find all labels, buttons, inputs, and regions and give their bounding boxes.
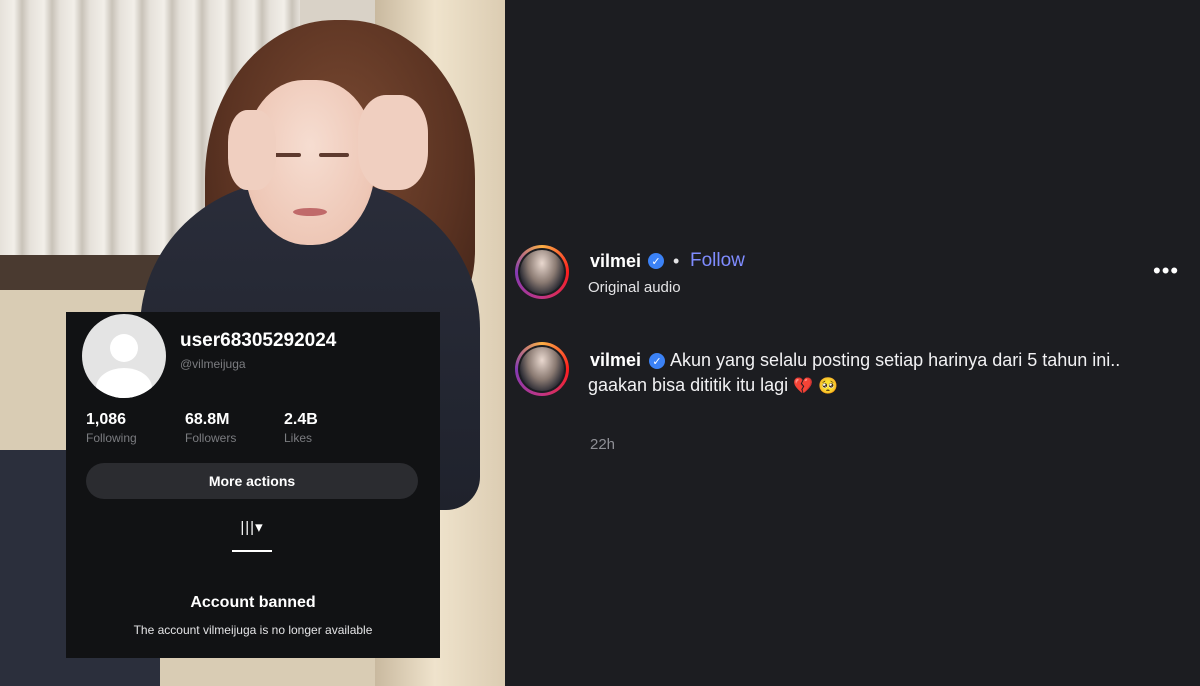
stat-likes[interactable]: 2.4B Likes — [284, 411, 318, 445]
stat-value: 68.8M — [185, 411, 230, 428]
banned-title: Account banned — [190, 594, 316, 611]
more-options-icon[interactable]: ••• — [1153, 258, 1179, 284]
profile-handle: @vilmeijuga — [180, 357, 246, 371]
author-avatar[interactable] — [515, 245, 569, 299]
avatar-photo — [520, 347, 564, 391]
grid-tab-icon: |||▾ — [240, 519, 264, 536]
stat-label: Following — [86, 431, 137, 445]
verified-badge-icon: ✓ — [648, 253, 664, 269]
profile-username: user68305292024 — [180, 330, 337, 351]
banned-message: The account vilmeijuga is no longer avai… — [133, 623, 373, 637]
original-audio-link[interactable]: Original audio — [588, 279, 681, 296]
post-panel: vilmei ✓ • Follow Original audio ••• vil… — [505, 0, 1200, 686]
comment-author-avatar[interactable] — [515, 342, 569, 396]
stat-label: Likes — [284, 431, 313, 445]
pleading-face-emoji: 🥺 — [818, 377, 838, 395]
post-author[interactable]: vilmei — [590, 251, 641, 272]
photo-background: user68305292024 @vilmeijuga 1,086 Follow… — [0, 0, 505, 686]
stat-label: Followers — [185, 431, 237, 445]
post-caption: Akun yang selalu posting setiap harinya … — [588, 348, 1158, 399]
avatar-photo — [520, 250, 564, 294]
stat-value: 1,086 — [86, 411, 127, 428]
stat-following[interactable]: 1,086 Following — [86, 411, 137, 445]
tab-underline — [232, 550, 272, 552]
post-timestamp: 22h — [590, 436, 616, 453]
caption-line-2: gaakan bisa dititik itu lagi — [588, 375, 789, 395]
mouth — [293, 208, 327, 216]
follow-button[interactable]: Follow — [690, 250, 745, 272]
right-hand — [358, 95, 428, 190]
grid-tab[interactable]: |||▾ — [232, 518, 272, 552]
stat-value: 2.4B — [284, 411, 318, 428]
eye — [319, 153, 349, 157]
caption-line-1: Akun yang selalu posting setiap harinya … — [670, 350, 1121, 370]
default-avatar-icon — [82, 314, 166, 398]
broken-heart-emoji: 💔 — [793, 377, 814, 395]
banned-profile-card: user68305292024 @vilmeijuga 1,086 Follow… — [66, 312, 440, 658]
stat-followers[interactable]: 68.8M Followers — [185, 411, 236, 445]
more-actions-button[interactable]: More actions — [86, 463, 418, 499]
left-hand — [228, 110, 276, 190]
separator-dot: • — [673, 251, 680, 271]
